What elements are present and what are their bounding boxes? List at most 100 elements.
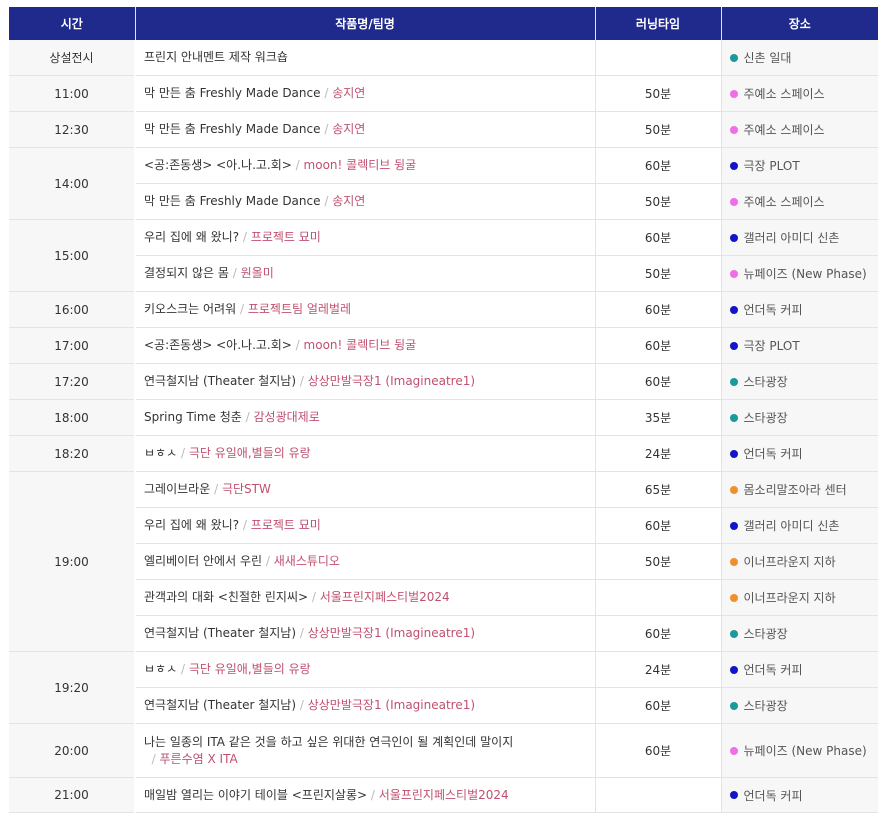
runtime-cell: 60분 <box>595 327 722 364</box>
place-cell: 극장 PLOT <box>721 147 878 184</box>
schedule-wrapper: 시간 작품명/팀명 러닝타임 장소 상설전시 프린지 안내멘트 제작 워크숍 신… <box>9 7 878 813</box>
time-cell: 19:00 <box>9 471 136 652</box>
work-title: 프린지 안내멘트 제작 워크숍 <box>144 50 288 64</box>
place-cell: 이너프라운지 지하 <box>721 579 878 616</box>
runtime-cell: 60분 <box>595 615 722 652</box>
work-title: 연극철지남 (Theater 철지남) <box>144 374 297 388</box>
runtime-cell <box>595 777 722 813</box>
runtime-cell: 24분 <box>595 651 722 688</box>
table-row: 우리 집에 왜 왔니? / 프로젝트 묘미 60분 갤러리 아미디 신촌 <box>9 507 878 544</box>
place-cell: 언더독 커피 <box>721 651 878 688</box>
artist-name: 서울프린지페스티벌2024 <box>378 787 509 802</box>
place-name: 주예소 스페이스 <box>743 123 825 137</box>
runtime-cell: 60분 <box>595 507 722 544</box>
table-row: 18:20 ㅂㅎㅅ / 극단 유일애,별들의 유랑 24분 언더독 커피 <box>9 435 878 472</box>
location-dot-icon <box>729 485 738 494</box>
time-cell: 상설전시 <box>9 40 136 76</box>
place-name: 언더독 커피 <box>743 447 803 461</box>
work-title: 키오스크는 어려워 <box>144 302 237 316</box>
work-title: <공:존동생> <아.나.고.회> <box>144 158 292 172</box>
place-cell: 이너프라운지 지하 <box>721 543 878 580</box>
artist-name: 원올미 <box>240 266 274 280</box>
work-title: <공:존동생> <아.나.고.회> <box>144 338 292 352</box>
time-cell: 18:20 <box>9 435 136 472</box>
location-dot-icon <box>729 53 738 62</box>
schedule-table: 시간 작품명/팀명 러닝타임 장소 상설전시 프린지 안내멘트 제작 워크숍 신… <box>9 7 878 813</box>
table-row: 결정되지 않은 몸 / 원올미 50분 뉴페이즈 (New Phase) <box>9 255 878 292</box>
work-title: 연극철지남 (Theater 철지남) <box>144 698 297 712</box>
work-title: 막 만든 춤 Freshly Made Dance <box>144 122 321 136</box>
runtime-cell: 60분 <box>595 687 722 724</box>
location-dot-icon <box>729 746 738 755</box>
time-cell: 12:30 <box>9 111 136 148</box>
time-cell: 11:00 <box>9 75 136 112</box>
artist-name: 송지연 <box>332 194 366 208</box>
place-name: 갤러리 아미디 신촌 <box>743 231 840 245</box>
work-cell: 엘리베이터 안에서 우린 / 새새스튜디오 <box>135 543 596 580</box>
artist-name: 서울프린지페스티벌2024 <box>319 590 450 604</box>
runtime-cell: 50분 <box>595 543 722 580</box>
location-dot-icon <box>729 629 738 638</box>
place-name: 주예소 스페이스 <box>743 195 825 209</box>
header-runtime: 러닝타임 <box>595 7 722 40</box>
artist-name: 송지연 <box>332 86 366 100</box>
table-row: 17:20 연극철지남 (Theater 철지남) / 상상만발극장1 (Ima… <box>9 363 878 400</box>
work-cell: ㅂㅎㅅ / 극단 유일애,별들의 유랑 <box>135 435 596 472</box>
place-cell: 스타광장 <box>721 615 878 652</box>
place-name: 이너프라운지 지하 <box>743 555 836 569</box>
artist-name: 감성광대제로 <box>253 410 320 424</box>
location-dot-icon <box>729 305 738 314</box>
location-dot-icon <box>729 521 738 530</box>
table-row: 상설전시 프린지 안내멘트 제작 워크숍 신촌 일대 <box>9 40 878 76</box>
runtime-cell: 24분 <box>595 435 722 472</box>
work-cell: 막 만든 춤 Freshly Made Dance / 송지연 <box>135 183 596 220</box>
work-title: 관객과의 대화 <친절한 린지씨> <box>144 590 309 604</box>
work-cell: 그레이브라운 / 극단STW <box>135 471 596 508</box>
place-cell: 스타광장 <box>721 399 878 436</box>
place-name: 몸소리말조아라 센터 <box>743 483 847 497</box>
time-cell: 16:00 <box>9 291 136 328</box>
place-cell: 극장 PLOT <box>721 327 878 364</box>
work-cell: ㅂㅎㅅ / 극단 유일애,별들의 유랑 <box>135 651 596 688</box>
table-row: 16:00 키오스크는 어려워 / 프로젝트팀 얼레벌레 60분 언더독 커피 <box>9 291 878 328</box>
runtime-cell: 50분 <box>595 75 722 112</box>
runtime-cell: 50분 <box>595 111 722 148</box>
work-title: 그레이브라운 <box>144 482 211 496</box>
table-row: 20:00 나는 일종의 ITA 같은 것을 하고 싶은 위대한 연극인이 될 … <box>9 723 878 778</box>
artist-name: 프로젝트팀 얼레벌레 <box>247 302 352 316</box>
work-title: ㅂㅎㅅ <box>144 662 178 676</box>
artist-name: 새새스튜디오 <box>273 554 340 568</box>
work-title: 우리 집에 왜 왔니? <box>144 230 240 244</box>
place-name: 스타광장 <box>743 699 788 713</box>
work-cell: 관객과의 대화 <친절한 린지씨> / 서울프린지페스티벌2024 <box>135 579 596 616</box>
place-cell: 언더독 커피 <box>721 291 878 328</box>
table-row: 엘리베이터 안에서 우린 / 새새스튜디오 50분 이너프라운지 지하 <box>9 543 878 580</box>
place-name: 극장 PLOT <box>743 339 800 353</box>
work-title: 연극철지남 (Theater 철지남) <box>144 626 297 640</box>
table-row: 21:00 매일밤 열리는 이야기 테이블 <프린지살롱> / 서울프린지페스티… <box>9 777 878 813</box>
place-cell: 주예소 스페이스 <box>721 75 878 112</box>
location-dot-icon <box>729 161 738 170</box>
location-dot-icon <box>729 269 738 278</box>
work-title: Spring Time 청춘 <box>144 410 242 424</box>
place-name: 극장 PLOT <box>743 159 800 173</box>
place-cell: 뉴페이즈 (New Phase) <box>721 255 878 292</box>
work-cell: 결정되지 않은 몸 / 원올미 <box>135 255 596 292</box>
runtime-cell <box>595 40 722 76</box>
location-dot-icon <box>729 557 738 566</box>
work-cell: 막 만든 춤 Freshly Made Dance / 송지연 <box>135 111 596 148</box>
work-cell: 매일밤 열리는 이야기 테이블 <프린지살롱> / 서울프린지페스티벌2024 <box>135 777 596 813</box>
time-cell: 21:00 <box>9 777 136 813</box>
runtime-cell: 60분 <box>595 147 722 184</box>
header-place: 장소 <box>721 7 878 40</box>
location-dot-icon <box>729 413 738 422</box>
table-row: 15:00 우리 집에 왜 왔니? / 프로젝트 묘미 60분 갤러리 아미디 … <box>9 219 878 292</box>
place-name: 스타광장 <box>743 375 788 389</box>
table-row: 14:00 <공:존동생> <아.나.고.회> / moon! 콜렉티브 뒹굴 … <box>9 147 878 220</box>
work-title: 엘리베이터 안에서 우린 <box>144 554 263 568</box>
work-title: 막 만든 춤 Freshly Made Dance <box>144 194 321 208</box>
place-cell: 몸소리말조아라 센터 <box>721 471 878 508</box>
place-cell: 신촌 일대 <box>721 40 878 76</box>
place-cell: 갤러리 아미디 신촌 <box>721 219 878 256</box>
table-header: 시간 작품명/팀명 러닝타임 장소 <box>9 7 878 40</box>
